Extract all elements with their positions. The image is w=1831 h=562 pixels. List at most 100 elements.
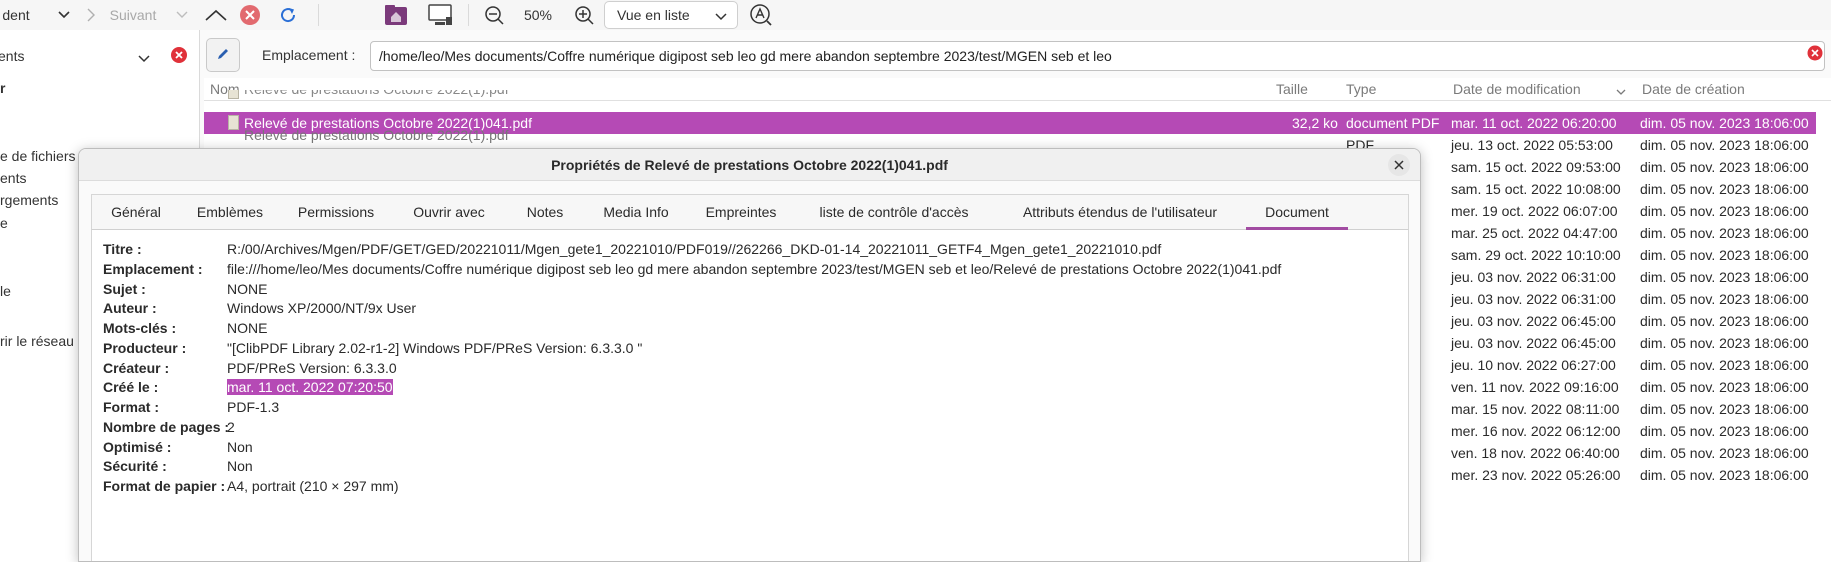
sidebar-item[interactable]: e bbox=[0, 215, 8, 231]
parent-folder-up-icon[interactable] bbox=[202, 0, 230, 30]
document-properties-panel: Titre : R:/00/Archives/Mgen/PDF/GET/GED/2… bbox=[91, 230, 1409, 561]
property-value[interactable]: mar. 11 oct. 2022 07:20:50 bbox=[227, 376, 393, 398]
file-size: 32,2 ko bbox=[1292, 115, 1338, 131]
property-label: Titre : bbox=[103, 241, 142, 257]
tab-document[interactable]: Document bbox=[1246, 195, 1348, 230]
file-created: dim. 05 nov. 2023 18:06:00 bbox=[1640, 203, 1809, 219]
file-created: dim. 05 nov. 2023 18:06:00 bbox=[1640, 467, 1809, 483]
close-icon bbox=[1394, 157, 1404, 173]
file-modified: jeu. 03 nov. 2022 06:45:00 bbox=[1451, 335, 1616, 351]
property-value-text: "[ClibPDF Library 2.02-r1-2] Windows PDF… bbox=[227, 339, 643, 356]
property-row: Optimisé : Non bbox=[92, 436, 1408, 458]
view-mode-label: Vue en liste bbox=[617, 7, 690, 23]
sidebar-item[interactable]: rgements bbox=[0, 192, 58, 208]
sidebar-item[interactable]: ents bbox=[0, 170, 26, 186]
chevron-down-icon bbox=[138, 50, 150, 66]
property-value[interactable]: R:/00/Archives/Mgen/PDF/GET/GED/20221011… bbox=[227, 238, 1161, 260]
property-label: Format de papier : bbox=[103, 478, 226, 494]
tab-extended-attributes[interactable]: Attributs étendus de l'utilisateur bbox=[994, 195, 1246, 230]
file-modified: jeu. 13 oct. 2022 05:53:00 bbox=[1451, 137, 1613, 153]
property-row: Sécurité : Non bbox=[92, 455, 1408, 477]
file-created: dim. 05 nov. 2023 18:06:00 bbox=[1640, 159, 1809, 175]
tab-notes[interactable]: Notes bbox=[506, 195, 584, 230]
tab-media-info[interactable]: Media Info bbox=[584, 195, 688, 230]
tab-permissions[interactable]: Permissions bbox=[280, 195, 392, 230]
back-dropdown-chevron-icon[interactable] bbox=[52, 0, 76, 30]
file-modified: mer. 23 nov. 2022 05:26:00 bbox=[1451, 467, 1621, 483]
toolbar-separator bbox=[318, 4, 319, 26]
pencil-icon bbox=[215, 46, 231, 65]
sidebar-places-select[interactable]: ents bbox=[0, 40, 160, 72]
property-value[interactable]: A4, portrait (210 × 297 mm) bbox=[227, 475, 399, 497]
view-mode-select[interactable]: Vue en liste bbox=[604, 1, 738, 29]
tab-open-with[interactable]: Ouvrir avec bbox=[392, 195, 506, 230]
pdf-file-icon bbox=[228, 115, 239, 130]
location-input[interactable]: /home/leo/Mes documents/Coffre numérique… bbox=[370, 41, 1825, 71]
zoom-in-icon[interactable] bbox=[570, 0, 598, 30]
property-label: Optimisé : bbox=[103, 438, 172, 455]
file-created: dim. 05 nov. 2023 18:06:00 bbox=[1640, 313, 1809, 329]
dialog-close-button[interactable] bbox=[1388, 154, 1410, 176]
property-label: Sujet : bbox=[103, 280, 146, 297]
toolbar-separator bbox=[468, 4, 469, 26]
search-icon[interactable] bbox=[746, 0, 776, 30]
sidebar-item[interactable]: le bbox=[0, 283, 11, 299]
property-label: Producteur : bbox=[103, 339, 187, 356]
tab-access-control[interactable]: liste de contrôle d'accès bbox=[794, 195, 994, 230]
dialog-tabs: Général Emblèmes Permissions Ouvrir avec… bbox=[91, 194, 1409, 230]
home-folder-icon[interactable] bbox=[380, 0, 412, 30]
stop-icon[interactable] bbox=[236, 0, 264, 30]
property-label: Créateur : bbox=[103, 359, 170, 376]
file-created: dim. 05 nov. 2023 18:06:00 bbox=[1640, 445, 1809, 461]
property-row: Producteur : "[ClibPDF Library 2.02-r1-2]… bbox=[92, 337, 1408, 359]
property-value[interactable]: "[ClibPDF Library 2.02-r1-2] Windows PDF… bbox=[227, 337, 642, 359]
file-created: dim. 05 nov. 2023 18:06:00 bbox=[1640, 379, 1809, 395]
pdf-file-icon bbox=[228, 90, 239, 99]
edit-location-button[interactable] bbox=[206, 38, 240, 72]
file-modified: mar. 15 nov. 2022 08:11:00 bbox=[1451, 401, 1620, 417]
property-value[interactable]: Non bbox=[227, 436, 253, 458]
properties-dialog: Propriétés de Relevé de prestations Octo… bbox=[78, 148, 1421, 562]
property-row: Format : PDF-1.3 bbox=[92, 396, 1408, 418]
tab-fingerprints[interactable]: Empreintes bbox=[688, 195, 794, 230]
property-value[interactable]: PDF/PReS Version: 6.3.3.0 bbox=[227, 357, 397, 379]
property-value-text: Windows XP/2000/NT/9x User bbox=[227, 300, 417, 317]
file-created: dim. 05 nov. 2023 18:06:00 bbox=[1640, 115, 1809, 131]
property-value-text: PDF/PReS Version: 6.3.3.0 bbox=[227, 359, 397, 376]
back-label: dent bbox=[2, 7, 30, 23]
property-label: Sécurité : bbox=[103, 458, 167, 475]
sidebar-item[interactable]: r bbox=[0, 80, 5, 96]
refresh-icon[interactable] bbox=[274, 0, 302, 30]
location-label: Emplacement : bbox=[262, 47, 356, 63]
property-row: Mots-clés : NONE bbox=[92, 317, 1408, 339]
property-label: Format : bbox=[103, 399, 159, 415]
forward-button[interactable]: Suivant bbox=[108, 0, 158, 30]
zoom-out-icon[interactable] bbox=[480, 0, 508, 30]
property-value[interactable]: file:///home/leo/Mes documents/Coffre nu… bbox=[227, 258, 1281, 280]
property-value[interactable]: PDF-1.3 bbox=[227, 396, 279, 418]
file-modified: mer. 16 nov. 2022 06:12:00 bbox=[1451, 423, 1621, 439]
property-value[interactable]: 2 bbox=[227, 416, 235, 438]
back-button[interactable]: dent bbox=[0, 0, 32, 30]
property-value[interactable]: NONE bbox=[227, 278, 267, 300]
property-value[interactable]: Windows XP/2000/NT/9x User bbox=[227, 297, 416, 319]
computer-icon[interactable] bbox=[424, 0, 456, 30]
file-modified: jeu. 10 nov. 2022 06:27:00 bbox=[1451, 357, 1616, 373]
tab-emblems[interactable]: Emblèmes bbox=[180, 195, 280, 230]
property-value[interactable]: NONE bbox=[227, 317, 267, 339]
clear-location-icon[interactable] bbox=[1807, 45, 1823, 64]
table-row[interactable]: Relevé de prestations Octobre 2022(1).pd… bbox=[204, 90, 1816, 102]
close-sidebar-icon[interactable] bbox=[170, 46, 188, 67]
forward-label: Suivant bbox=[109, 7, 157, 23]
sidebar-item[interactable]: rir le réseau bbox=[0, 333, 74, 349]
sidebar-places-label: ents bbox=[0, 48, 25, 64]
file-created: dim. 05 nov. 2023 18:06:00 bbox=[1640, 401, 1809, 417]
file-name: Relevé de prestations Octobre 2022(1).pd… bbox=[244, 127, 509, 143]
tab-general[interactable]: Général bbox=[92, 195, 180, 230]
sidebar-item[interactable]: e de fichiers bbox=[0, 148, 75, 164]
property-value-text: Non bbox=[227, 438, 253, 455]
file-created: dim. 05 nov. 2023 18:06:00 bbox=[1640, 335, 1809, 351]
property-row: Titre : R:/00/Archives/Mgen/PDF/GET/GED/2… bbox=[92, 238, 1408, 260]
forward-dropdown-chevron-icon[interactable] bbox=[172, 0, 192, 30]
property-value[interactable]: Non bbox=[227, 455, 253, 477]
